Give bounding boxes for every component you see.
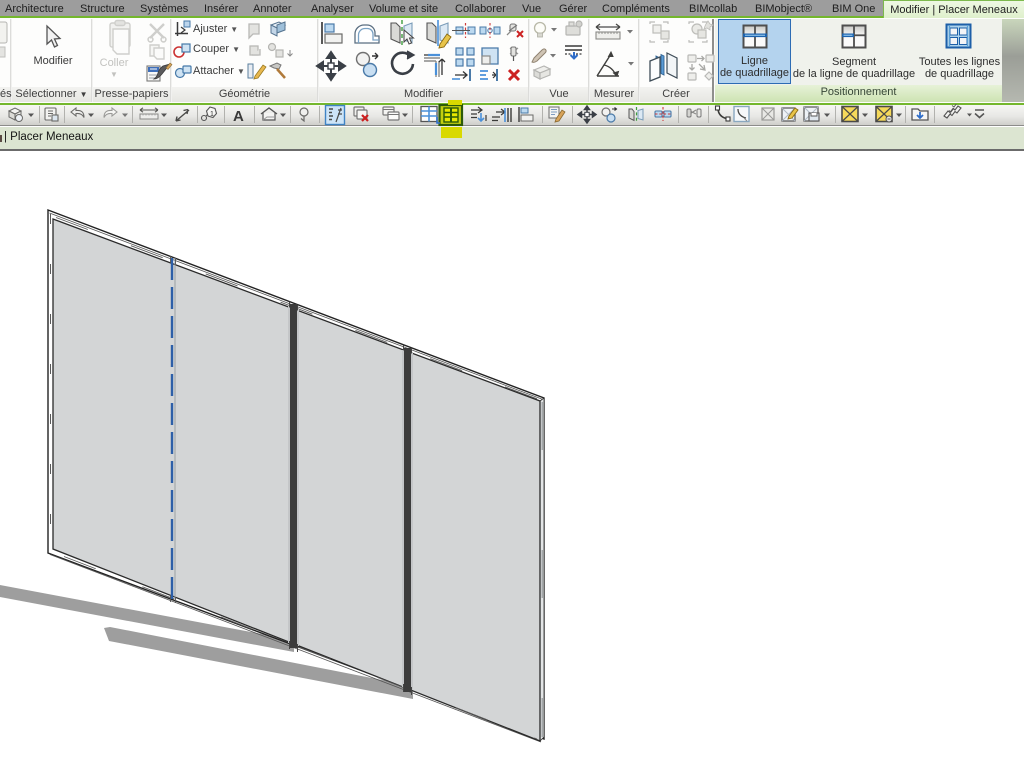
svg-text:1: 1 <box>210 111 214 118</box>
svg-text:A: A <box>233 108 244 125</box>
